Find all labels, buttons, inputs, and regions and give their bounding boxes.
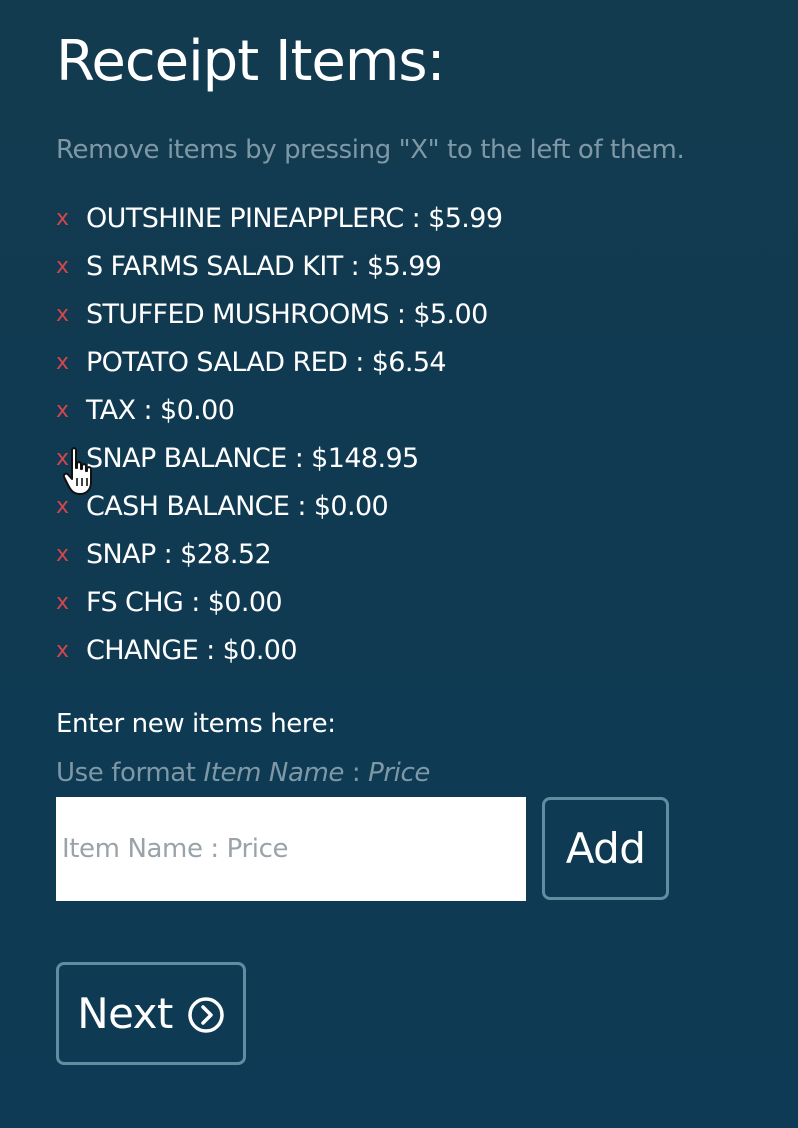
receipt-item: x STUFFED MUSHROOMS : $5.00 bbox=[56, 290, 756, 338]
page-title: Receipt Items: bbox=[56, 29, 445, 94]
receipt-item: x CHANGE : $0.00 bbox=[56, 626, 756, 674]
receipt-item-label: CHANGE : $0.00 bbox=[86, 634, 298, 666]
next-button[interactable]: Next bbox=[56, 962, 246, 1065]
remove-item-button[interactable]: x bbox=[56, 206, 86, 231]
receipt-item: x OUTSHINE PINEAPPLERC : $5.99 bbox=[56, 194, 756, 242]
new-item-heading: Enter new items here: bbox=[56, 709, 336, 739]
receipt-item-label: CASH BALANCE : $0.00 bbox=[86, 490, 389, 522]
remove-item-button[interactable]: x bbox=[56, 350, 86, 375]
format-hint-prefix: Use format bbox=[56, 758, 204, 788]
receipt-item-label: SNAP BALANCE : $148.95 bbox=[86, 442, 419, 474]
receipt-item-label: S FARMS SALAD KIT : $5.99 bbox=[86, 250, 442, 282]
add-item-button[interactable]: Add bbox=[542, 797, 669, 900]
receipt-item-label: TAX : $0.00 bbox=[86, 394, 235, 426]
receipt-item-label: OUTSHINE PINEAPPLERC : $5.99 bbox=[86, 202, 503, 234]
new-item-input[interactable] bbox=[56, 797, 526, 901]
receipt-item: x SNAP : $28.52 bbox=[56, 530, 756, 578]
remove-item-button[interactable]: x bbox=[56, 302, 86, 327]
remove-item-button[interactable]: x bbox=[56, 398, 86, 423]
next-button-label: Next bbox=[77, 989, 173, 1038]
format-hint-separator: : bbox=[344, 758, 369, 788]
remove-item-button[interactable]: x bbox=[56, 638, 86, 663]
remove-item-button[interactable]: x bbox=[56, 254, 86, 279]
remove-item-button[interactable]: x bbox=[56, 494, 86, 519]
format-hint-name: Item Name bbox=[203, 758, 345, 788]
receipt-item: x SNAP BALANCE : $148.95 bbox=[56, 434, 756, 482]
receipt-item-label: FS CHG : $0.00 bbox=[86, 586, 283, 618]
receipt-item: x POTATO SALAD RED : $6.54 bbox=[56, 338, 756, 386]
receipt-item-list: x OUTSHINE PINEAPPLERC : $5.99 x S FARMS… bbox=[56, 194, 756, 674]
instructions-text: Remove items by pressing "X" to the left… bbox=[56, 135, 685, 165]
receipt-item: x TAX : $0.00 bbox=[56, 386, 756, 434]
receipt-item: x CASH BALANCE : $0.00 bbox=[56, 482, 756, 530]
chevron-right-circle-icon bbox=[187, 995, 225, 1033]
receipt-item-label: STUFFED MUSHROOMS : $5.00 bbox=[86, 298, 488, 330]
format-hint-price: Price bbox=[368, 758, 430, 788]
format-hint: Use format Item Name : Price bbox=[56, 755, 430, 791]
receipt-item: x FS CHG : $0.00 bbox=[56, 578, 756, 626]
remove-item-button[interactable]: x bbox=[56, 446, 86, 471]
receipt-item: x S FARMS SALAD KIT : $5.99 bbox=[56, 242, 756, 290]
remove-item-button[interactable]: x bbox=[56, 542, 86, 567]
receipt-item-label: SNAP : $28.52 bbox=[86, 538, 272, 570]
receipt-item-label: POTATO SALAD RED : $6.54 bbox=[86, 346, 447, 378]
remove-item-button[interactable]: x bbox=[56, 590, 86, 615]
